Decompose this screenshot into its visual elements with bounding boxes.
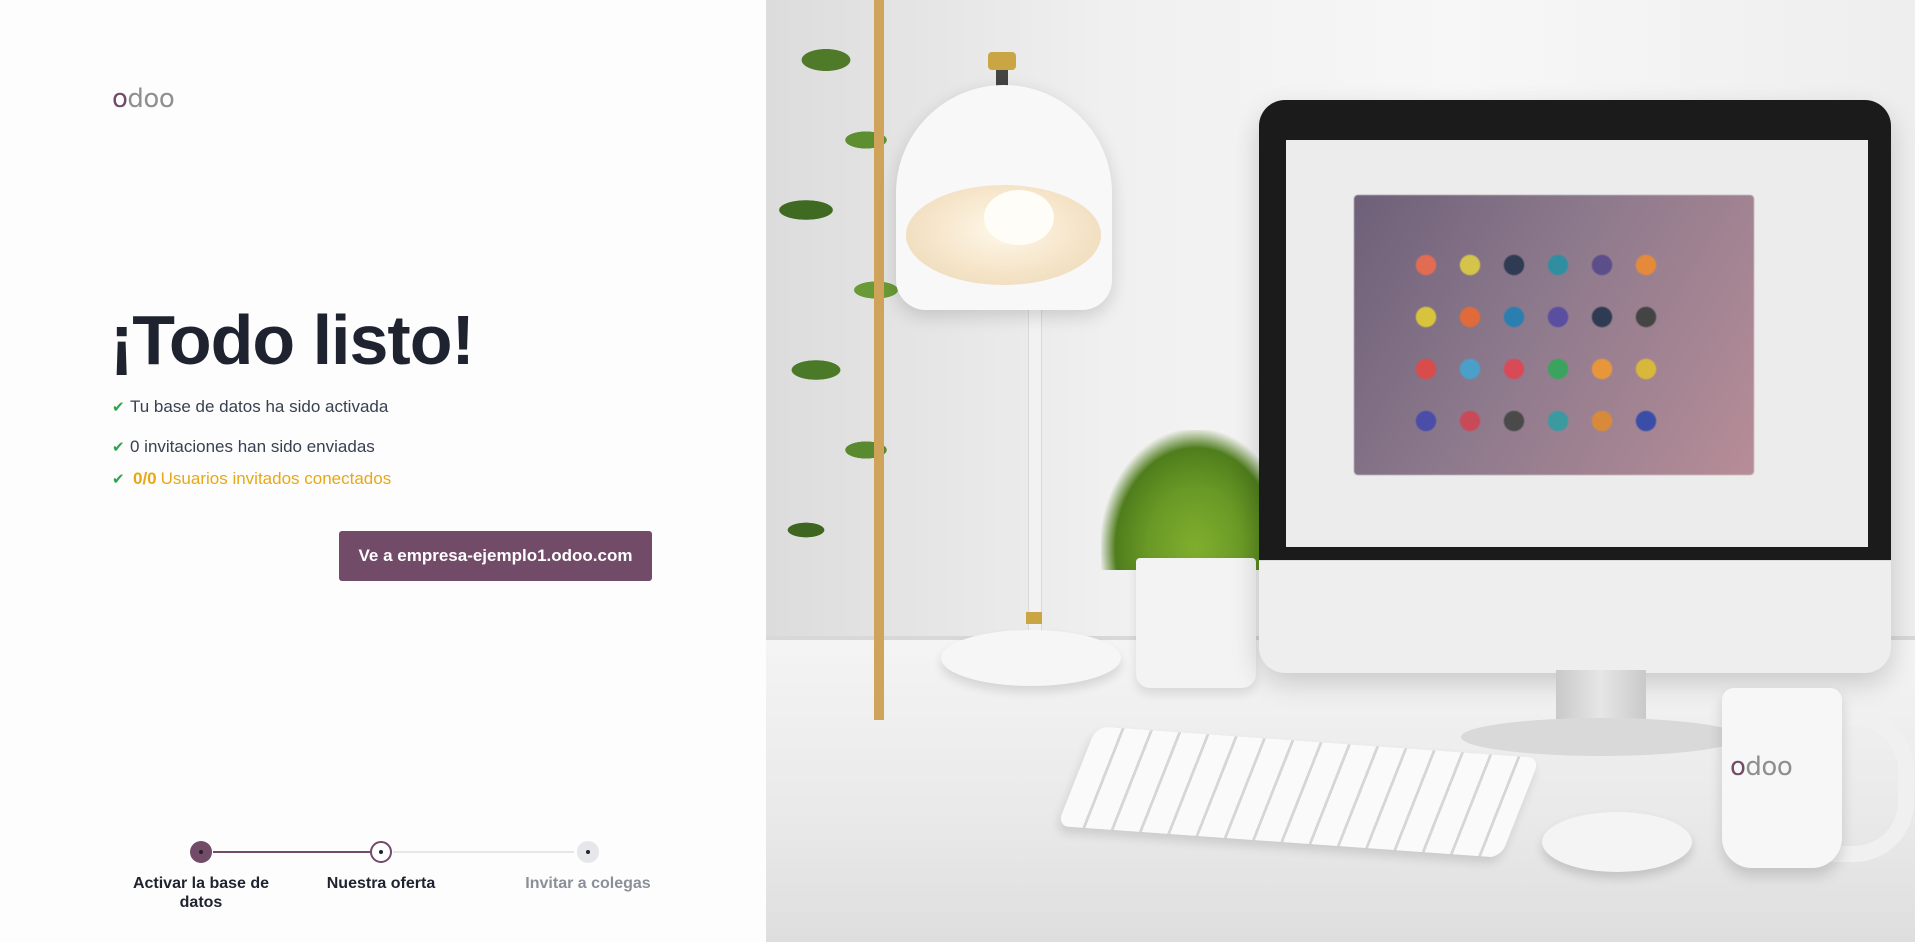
lamp-base [941, 630, 1121, 686]
mouse [1542, 812, 1692, 872]
step-label-activate-database[interactable]: Activar la base de datos [126, 874, 276, 912]
app-icons-grid [1414, 253, 1694, 463]
checklist-item-invitations-sent: ✔ 0 invitaciones han sido enviadas [112, 436, 375, 458]
page-title: ¡Todo listo! [110, 301, 475, 379]
step-connector-completed [213, 851, 381, 853]
lamp-pole [1028, 290, 1042, 650]
plant-leaves [766, 0, 916, 700]
app-window [1354, 195, 1754, 475]
mug-logo: odoo [1730, 752, 1793, 782]
step-dot-invite-colleagues[interactable] [577, 841, 599, 863]
step-dot-our-offer[interactable] [370, 841, 392, 863]
step-label-our-offer[interactable]: Nuestra oferta [306, 874, 456, 893]
workspace-illustration: odoo [766, 0, 1915, 942]
bamboo-stalk [874, 0, 884, 720]
step-connector-pending [393, 851, 574, 853]
plant-pot [1136, 558, 1256, 688]
checklist-item-text: 0 invitaciones han sido enviadas [130, 437, 375, 456]
checklist-item-database-activated: ✔ Tu base de datos ha sido activada [112, 396, 388, 418]
monitor-chin [1259, 560, 1891, 673]
checklist-item-text: Usuarios invitados conectados [160, 469, 392, 488]
step-label-invite-colleagues[interactable]: Invitar a colegas [513, 874, 663, 893]
onboarding-panel: odoo ¡Todo listo! ✔ Tu base de datos ha s… [0, 0, 766, 942]
logo-letters: doo [127, 84, 175, 114]
logo-letter: o [112, 84, 128, 114]
step-dot-activate-database[interactable] [190, 841, 212, 863]
go-to-database-button[interactable]: Ve a empresa-ejemplo1.odoo.com [339, 531, 652, 581]
monitor-stand-foot [1461, 718, 1741, 756]
checklist-item-invited-users: ✔ 0/0 Usuarios invitados conectados [112, 468, 391, 490]
check-icon: ✔ [112, 470, 125, 488]
lamp-bulb [984, 190, 1054, 245]
lamp-gold-ring [1026, 612, 1042, 624]
invited-users-count: 0/0 [133, 469, 157, 488]
check-icon: ✔ [112, 438, 125, 456]
mug-logo-letter: o [1730, 752, 1746, 782]
odoo-logo: odoo [112, 84, 175, 114]
mug-logo-letters: doo [1745, 752, 1793, 782]
checklist-item-text: Tu base de datos ha sido activada [130, 397, 389, 416]
onboarding-stepper: Activar la base de datos Nuestra oferta … [0, 838, 766, 938]
lamp-cap [988, 52, 1016, 70]
check-icon: ✔ [112, 398, 125, 416]
